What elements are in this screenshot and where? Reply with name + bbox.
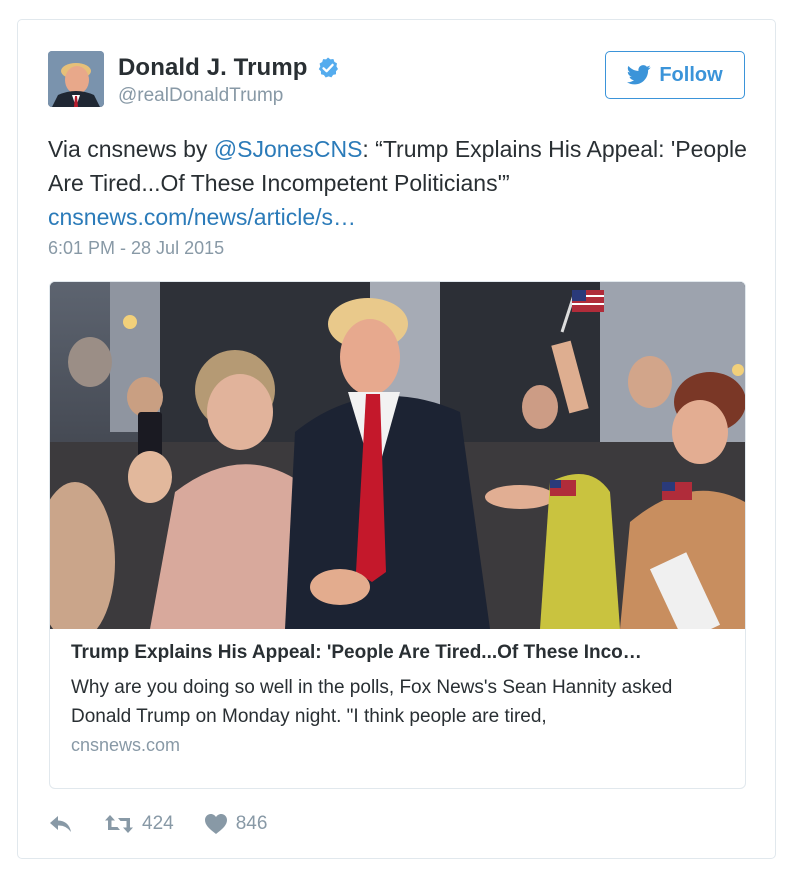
user-names: Donald J. Trump @realDonaldTrump — [118, 53, 340, 107]
user-handle[interactable]: @realDonaldTrump — [118, 85, 340, 107]
tweet-text-prefix: Via cnsnews by — [48, 136, 214, 162]
tweet-card: Donald J. Trump @realDonaldTrump Follow … — [17, 19, 776, 859]
tweet-header: Donald J. Trump @realDonaldTrump Follow — [48, 51, 745, 111]
avatar-image — [48, 51, 104, 107]
follow-button-label: Follow — [659, 63, 723, 86]
card-description: Why are you doing so well in the polls, … — [71, 677, 673, 727]
follow-button[interactable]: Follow — [605, 51, 745, 99]
article-link[interactable]: cnsnews.com/news/article/s… — [48, 204, 356, 230]
like-count: 846 — [235, 813, 268, 834]
reply-button[interactable] — [48, 814, 74, 834]
card-domain: cnsnews.com — [71, 735, 181, 755]
avatar[interactable] — [48, 51, 104, 107]
card-body: Trump Explains His Appeal: 'People Are T… — [71, 640, 721, 756]
card-title[interactable]: Trump Explains His Appeal: 'People Are T… — [71, 640, 721, 666]
tweet-actions: 424 846 — [48, 809, 297, 839]
reply-icon — [50, 816, 71, 832]
retweet-icon — [105, 815, 133, 833]
twitter-bird-icon — [627, 65, 651, 85]
retweet-count: 424 — [142, 813, 174, 834]
like-button[interactable]: 846 — [204, 813, 268, 835]
rally-photo — [50, 282, 745, 629]
heart-icon — [204, 814, 227, 834]
card-image[interactable] — [50, 282, 745, 629]
retweet-button[interactable]: 424 — [104, 813, 174, 835]
link-card[interactable]: Trump Explains His Appeal: 'People Are T… — [49, 281, 746, 789]
user-full-name[interactable]: Donald J. Trump — [118, 54, 308, 82]
tweet-timestamp[interactable]: 6:01 PM - 28 Jul 2015 — [48, 238, 224, 259]
tweet-text: Via cnsnews by @SJonesCNS: “Trump Explai… — [48, 132, 748, 234]
mention-link[interactable]: @SJonesCNS — [214, 136, 363, 162]
verified-badge-icon — [316, 56, 340, 80]
